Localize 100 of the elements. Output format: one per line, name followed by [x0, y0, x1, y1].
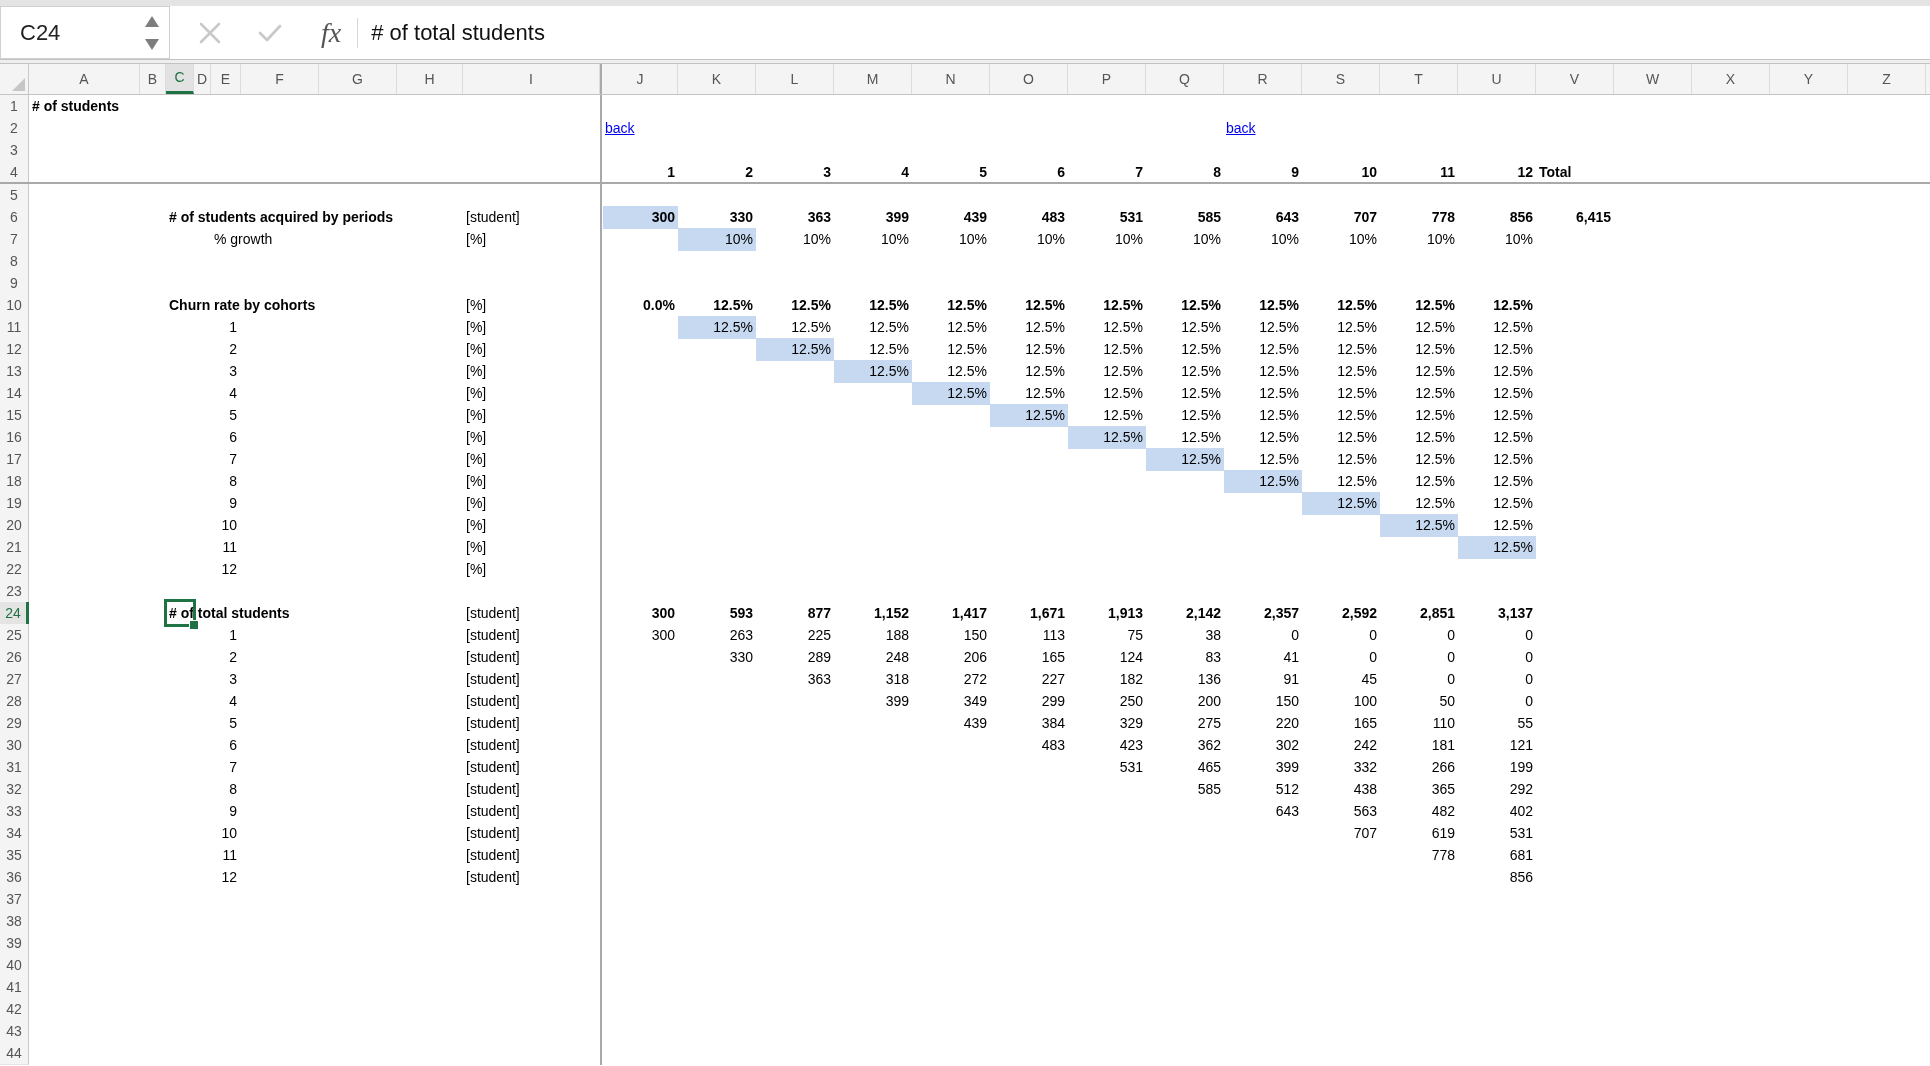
sheet-cell-text: 200 — [1197, 692, 1221, 711]
row-header[interactable]: 1 — [0, 95, 29, 118]
name-box[interactable]: C24 — [0, 6, 170, 59]
sheet-cell-text: 12.5% — [1259, 406, 1299, 425]
unit-label: [student] — [466, 670, 520, 689]
sheet-cell-text: 50 — [1439, 692, 1455, 711]
row-header[interactable]: 9 — [0, 272, 29, 295]
row-header[interactable]: 4 — [0, 161, 29, 184]
sheet-cell-text: 12.5% — [1415, 296, 1455, 315]
row-header[interactable]: 10 — [0, 294, 29, 317]
row-header[interactable]: 14 — [0, 382, 29, 405]
sheet-cell-text: 12.5% — [1415, 318, 1455, 337]
sheet-cell-text: 482 — [1431, 802, 1455, 821]
row-header[interactable]: 30 — [0, 734, 29, 757]
row-header[interactable]: 24 — [0, 602, 29, 625]
hyperlink[interactable]: back — [605, 117, 635, 140]
sheet-cell-text: 206 — [963, 648, 987, 667]
sheet-cell: 12.5% — [912, 382, 990, 405]
sheet-cell-text: 121 — [1509, 736, 1533, 755]
row-header[interactable]: 18 — [0, 470, 29, 493]
sheet-cell-text: 12.5% — [1415, 406, 1455, 425]
cohort-number: 3 — [229, 362, 237, 381]
row-header[interactable]: 42 — [0, 998, 29, 1021]
hyperlink[interactable]: back — [1226, 117, 1256, 140]
sheet-cell-text: 330 — [729, 208, 753, 227]
row-header[interactable]: 29 — [0, 712, 29, 735]
row-header[interactable]: 22 — [0, 558, 29, 581]
row-header[interactable]: 40 — [0, 954, 29, 977]
row-header[interactable]: 2 — [0, 117, 29, 140]
insert-function-button[interactable]: fx — [321, 16, 342, 49]
up-down-arrows-icon[interactable] — [145, 15, 159, 50]
unit-label: [%] — [466, 384, 487, 403]
row-header[interactable]: 6 — [0, 206, 29, 229]
row-header[interactable]: 5 — [0, 184, 29, 207]
sheet-cell-text: 182 — [1119, 670, 1143, 689]
row-header[interactable]: 41 — [0, 976, 29, 999]
sheet-cell-text: 12.5% — [1181, 340, 1221, 359]
sheet-cell-text: 10% — [1270, 230, 1299, 249]
unit-label: [student] — [466, 604, 520, 623]
sheet-cell-text: 10% — [802, 230, 831, 249]
period-header: 7 — [1135, 163, 1143, 182]
cohort-number: 6 — [229, 428, 237, 447]
sheet-cell-text: 329 — [1119, 714, 1143, 733]
row-header[interactable]: 43 — [0, 1020, 29, 1043]
sheet-cell-text: 12.5% — [1493, 362, 1533, 381]
sheet-cell-text: 227 — [1041, 670, 1065, 689]
row-header[interactable]: 44 — [0, 1042, 29, 1065]
row-header[interactable]: 36 — [0, 866, 29, 889]
formula-field[interactable]: # of total students — [358, 6, 1930, 59]
cohort-number: 1 — [229, 318, 237, 337]
row-header[interactable]: 3 — [0, 139, 29, 162]
row-header[interactable]: 32 — [0, 778, 29, 801]
sheet-cell-text: 12.5% — [1181, 384, 1221, 403]
row-header[interactable]: 33 — [0, 800, 29, 823]
fill-handle[interactable] — [189, 620, 199, 630]
sheet-cell-text: 12.5% — [1259, 340, 1299, 359]
row-header[interactable]: 11 — [0, 316, 29, 339]
row-header[interactable]: 23 — [0, 580, 29, 603]
cohort-number: 6 — [229, 736, 237, 755]
row-header[interactable]: 8 — [0, 250, 29, 273]
cohort-number: 1 — [229, 626, 237, 645]
sheet-cell-text: 12.5% — [1025, 318, 1065, 337]
row-header[interactable]: 27 — [0, 668, 29, 691]
unit-label: [%] — [466, 318, 487, 337]
sheet-cell-text: 83 — [1205, 648, 1221, 667]
row-header[interactable]: 28 — [0, 690, 29, 713]
unit-label: [%] — [466, 538, 487, 557]
sheet-cell: 12.5% — [834, 360, 912, 383]
row-header[interactable]: 15 — [0, 404, 29, 427]
row-header[interactable]: 31 — [0, 756, 29, 779]
cohort-number: 12 — [221, 560, 237, 579]
sheet-cell-text: 12.5% — [1259, 450, 1299, 469]
sheet-cell: 300 — [603, 206, 678, 229]
row-header[interactable]: 20 — [0, 514, 29, 537]
sheet-cell-text: 2,142 — [1185, 604, 1221, 623]
row-header[interactable]: 16 — [0, 426, 29, 449]
row-header[interactable]: 25 — [0, 624, 29, 647]
row-header[interactable]: 39 — [0, 932, 29, 955]
row-header[interactable]: 7 — [0, 228, 29, 251]
row-header[interactable]: 17 — [0, 448, 29, 471]
sheet-cell-text: 0 — [1447, 648, 1455, 667]
row-header[interactable]: 38 — [0, 910, 29, 933]
row-header[interactable]: 19 — [0, 492, 29, 515]
sheet-cell-text: 707 — [1353, 824, 1377, 843]
column-header[interactable]: C — [166, 64, 194, 94]
cohort-number: 4 — [229, 384, 237, 403]
sheet-cell-text: 585 — [1197, 780, 1221, 799]
row-header[interactable]: 37 — [0, 888, 29, 911]
sheet-cell-text: 165 — [1041, 648, 1065, 667]
row-header[interactable]: 13 — [0, 360, 29, 383]
row-header[interactable]: 26 — [0, 646, 29, 669]
sheet-cell-text: 188 — [885, 626, 909, 645]
sheet-cell-text: 300 — [651, 626, 675, 645]
sheet-cell-text: 12.5% — [947, 340, 987, 359]
sheet-cell-text: 563 — [1353, 802, 1377, 821]
row-header[interactable]: 12 — [0, 338, 29, 361]
row-header[interactable]: 35 — [0, 844, 29, 867]
row-header[interactable]: 34 — [0, 822, 29, 845]
row-header[interactable]: 21 — [0, 536, 29, 559]
sheet-cell-text: 362 — [1197, 736, 1221, 755]
